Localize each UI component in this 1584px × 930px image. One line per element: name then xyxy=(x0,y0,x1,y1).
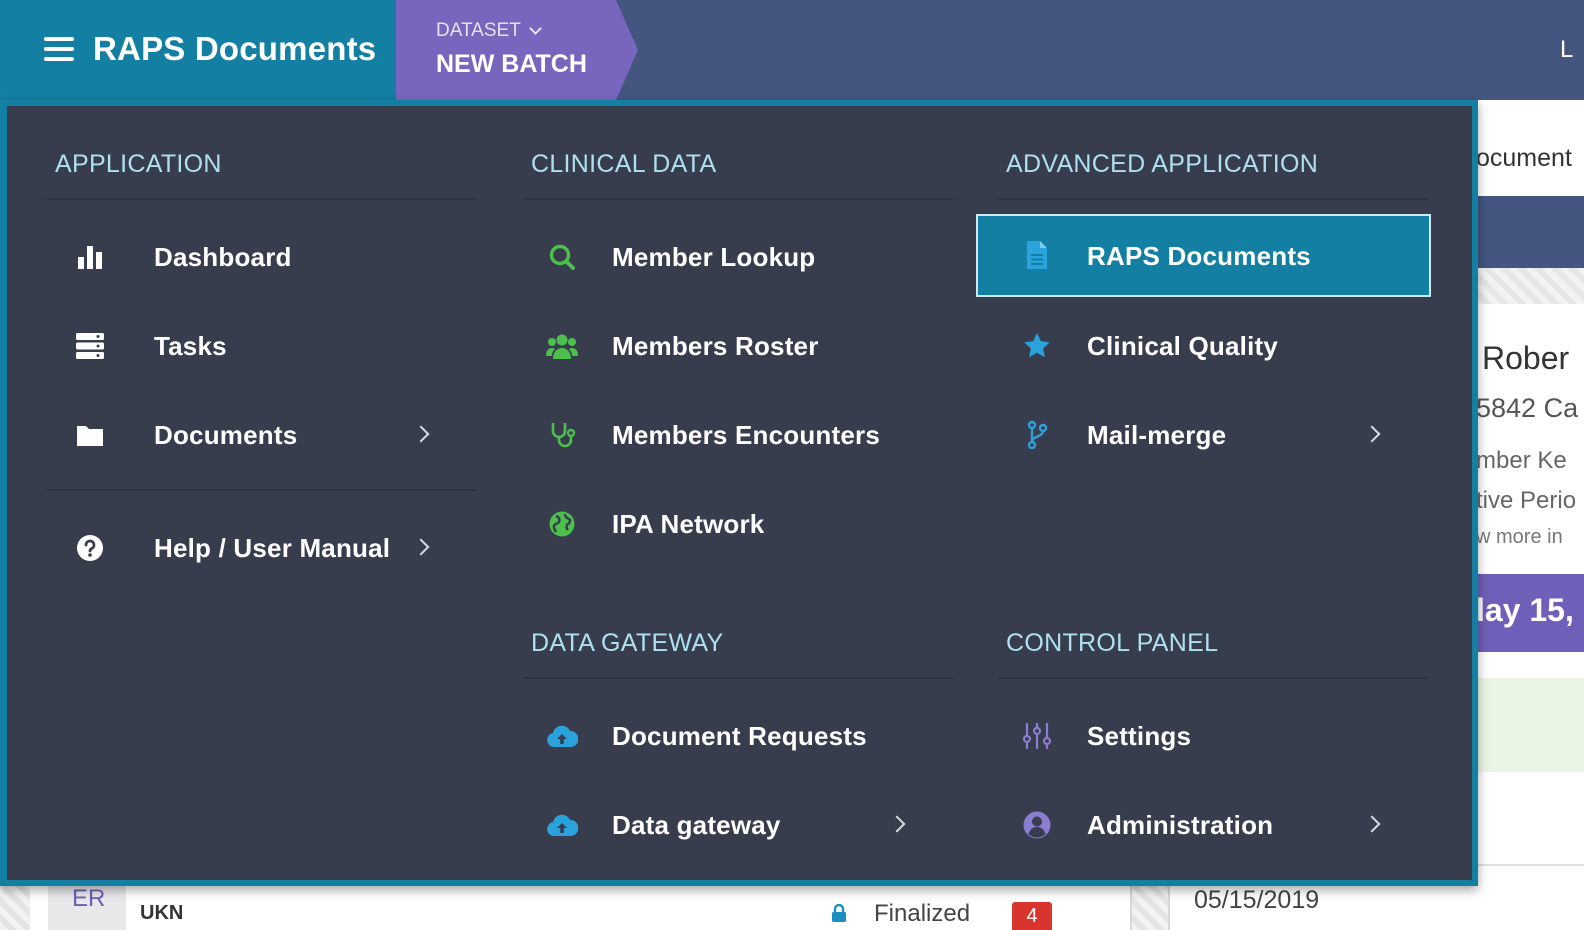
search-icon xyxy=(545,240,579,274)
menu-item-document-requests[interactable]: Document Requests xyxy=(545,705,945,765)
bg-divider xyxy=(1168,884,1170,930)
menu-item-label: Administration xyxy=(1087,810,1274,840)
menu-item-label: Documents xyxy=(154,420,298,450)
bg-row-tag: ER xyxy=(48,884,126,930)
menu-item-member-lookup[interactable]: Member Lookup xyxy=(545,226,945,286)
bg-row-badge: 4 xyxy=(1012,902,1052,930)
section-divider xyxy=(998,677,1428,679)
cloud-upload-icon xyxy=(545,719,579,753)
bg-member-key: mber Ke xyxy=(1476,447,1567,474)
bg-document-title: ocument xyxy=(1476,144,1572,172)
menu-item-label: IPA Network xyxy=(612,509,765,539)
section-title-application: APPLICATION xyxy=(55,150,222,178)
bg-row-ukn: UKN xyxy=(140,902,184,924)
chevron-right-icon xyxy=(1363,425,1381,443)
menu-item-label: Dashboard xyxy=(154,242,292,272)
bar-chart-icon xyxy=(73,240,107,274)
menu-item-settings[interactable]: Settings xyxy=(1020,705,1420,765)
brand-area: RAPS Documents xyxy=(0,0,396,100)
menu-item-data-gateway[interactable]: Data gateway xyxy=(545,794,945,854)
bg-hatch xyxy=(1132,884,1168,930)
menu-item-members-roster[interactable]: Members Roster xyxy=(545,315,945,375)
dataset-label: DATASET xyxy=(436,20,521,41)
lock-icon xyxy=(832,904,846,922)
hamburger-menu-icon[interactable] xyxy=(44,36,74,62)
user-circle-icon xyxy=(1020,808,1054,842)
bg-hatch xyxy=(0,884,30,930)
dataset-value: NEW BATCH xyxy=(436,50,587,78)
file-text-icon xyxy=(1020,238,1054,272)
menu-item-help-user-manual[interactable]: Help / User Manual xyxy=(73,517,473,577)
menu-item-label: Help / User Manual xyxy=(154,533,391,563)
server-stack-icon xyxy=(73,329,107,363)
users-icon xyxy=(545,329,579,363)
menu-item-label: Member Lookup xyxy=(612,242,816,272)
stethoscope-icon xyxy=(545,418,579,452)
bg-row-date: 05/15/2019 xyxy=(1194,886,1320,914)
bg-address: 5842 Ca xyxy=(1476,393,1579,423)
code-branch-icon xyxy=(1020,418,1054,452)
section-divider xyxy=(523,677,953,679)
chevron-right-icon xyxy=(412,425,430,443)
folder-icon xyxy=(73,418,107,452)
bg-hatch xyxy=(1476,268,1584,304)
bg-green-panel xyxy=(1476,678,1584,772)
section-title-data-gateway: DATA GATEWAY xyxy=(531,629,724,657)
section-title-clinical-data: CLINICAL DATA xyxy=(531,150,717,178)
menu-item-administration[interactable]: Administration xyxy=(1020,794,1420,854)
menu-item-label: RAPS Documents xyxy=(1087,241,1311,271)
menu-item-ipa-network[interactable]: IPA Network xyxy=(545,493,945,553)
chevron-right-icon xyxy=(888,815,906,833)
menu-item-label: Settings xyxy=(1087,721,1192,751)
bg-divider xyxy=(1130,884,1132,930)
bg-member-name: Rober xyxy=(1482,340,1570,376)
bg-date-banner: lay 15, xyxy=(1476,574,1584,652)
section-divider xyxy=(47,489,477,491)
menu-item-tasks[interactable]: Tasks xyxy=(73,315,473,375)
menu-item-raps-documents[interactable]: RAPS Documents xyxy=(976,214,1431,297)
section-divider xyxy=(998,198,1428,200)
bg-row-status: Finalized xyxy=(874,900,971,927)
menu-item-clinical-quality[interactable]: Clinical Quality xyxy=(1020,315,1420,375)
sliders-icon xyxy=(1020,719,1054,753)
star-icon xyxy=(1020,329,1054,363)
navigation-mega-menu: APPLICATION Dashboard Tasks Documents He… xyxy=(0,100,1478,886)
app-title[interactable]: RAPS Documents xyxy=(93,30,376,68)
chevron-right-icon xyxy=(412,538,430,556)
bg-more-info-link[interactable]: w more in xyxy=(1476,526,1563,549)
menu-item-label: Members Roster xyxy=(612,331,819,361)
section-divider xyxy=(47,198,477,200)
menu-item-label: Data gateway xyxy=(612,810,781,840)
question-circle-icon xyxy=(73,531,107,565)
globe-icon xyxy=(545,507,579,541)
menu-item-members-encounters[interactable]: Members Encounters xyxy=(545,404,945,464)
menu-item-dashboard[interactable]: Dashboard xyxy=(73,226,473,286)
menu-item-label: Document Requests xyxy=(612,721,867,751)
menu-item-label: Members Encounters xyxy=(612,420,881,450)
section-divider xyxy=(523,198,953,200)
menu-item-label: Mail-merge xyxy=(1087,420,1227,450)
menu-item-documents[interactable]: Documents xyxy=(73,404,473,464)
bg-divider xyxy=(1476,864,1584,866)
background-document-panel: ocument Rober 5842 Ca mber Ke tive Perio… xyxy=(1476,100,1584,930)
section-title-control-panel: CONTROL PANEL xyxy=(1006,629,1219,657)
top-bar: RAPS Documents DATASET NEW BATCH L xyxy=(0,0,1584,100)
bg-effective-period: tive Perio xyxy=(1476,487,1577,514)
dataset-selector[interactable]: DATASET NEW BATCH xyxy=(396,0,638,100)
menu-item-label: Tasks xyxy=(154,331,227,361)
bg-blue-bar xyxy=(1476,196,1584,268)
menu-body: APPLICATION Dashboard Tasks Documents He… xyxy=(7,106,1472,880)
cloud-upload-icon xyxy=(545,808,579,842)
section-title-advanced-application: ADVANCED APPLICATION xyxy=(1006,150,1319,178)
topbar-edge-text: L xyxy=(1560,36,1574,63)
menu-item-label: Clinical Quality xyxy=(1087,331,1279,361)
chevron-right-icon xyxy=(1363,815,1381,833)
menu-item-mail-merge[interactable]: Mail-merge xyxy=(1020,404,1420,464)
bg-date-big: lay 15, xyxy=(1476,592,1574,628)
